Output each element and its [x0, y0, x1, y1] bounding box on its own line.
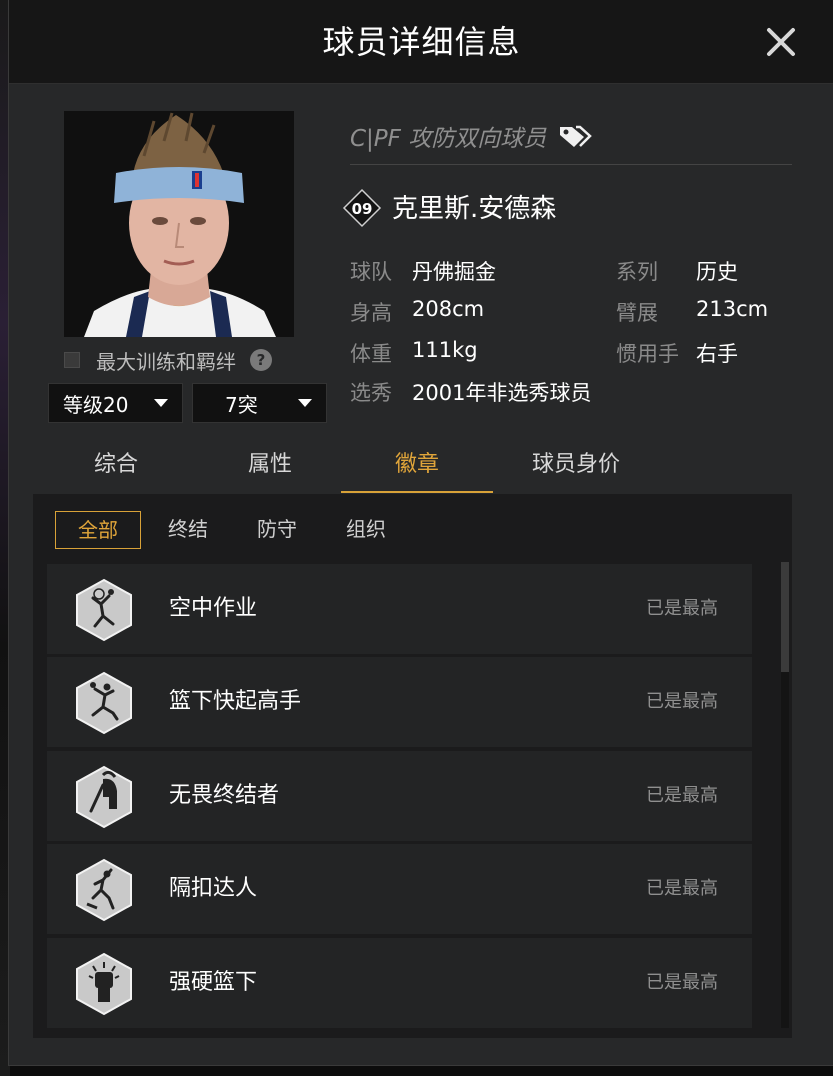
- badge-row[interactable]: 空中作业 已是最高: [47, 564, 752, 654]
- info-label-series: 系列: [616, 260, 658, 284]
- player-portrait: [64, 111, 294, 337]
- breakthrough-select[interactable]: 7突: [192, 383, 327, 423]
- badge-status: 已是最高: [646, 785, 718, 806]
- tab-attributes[interactable]: 属性: [194, 440, 346, 492]
- badge-status: 已是最高: [646, 691, 718, 712]
- info-value-draft: 2001年非选秀球员: [412, 381, 592, 405]
- divider: [350, 164, 792, 165]
- jersey-number-badge: 09: [342, 188, 382, 228]
- subtab-defense[interactable]: 防守: [234, 511, 320, 549]
- putback-icon: [76, 671, 132, 735]
- close-icon: [767, 28, 795, 56]
- jersey-number: 09: [352, 200, 373, 218]
- info-value-wingspan: 213cm: [696, 297, 769, 321]
- badge-status: 已是最高: [646, 972, 718, 993]
- badge-row[interactable]: 无畏终结者 已是最高: [47, 751, 752, 841]
- badge-status: 已是最高: [646, 878, 718, 899]
- panel-title: 球员详细信息: [322, 23, 521, 61]
- max-training-label: 最大训练和羁绊: [96, 349, 236, 374]
- info-label-draft: 选秀: [350, 381, 392, 405]
- badge-name: 空中作业: [169, 596, 258, 621]
- close-button[interactable]: [761, 22, 801, 62]
- panel-header: 球员详细信息: [9, 0, 833, 84]
- chevron-down-icon: [298, 399, 312, 407]
- badge-name: 隔扣达人: [169, 876, 258, 901]
- level-select[interactable]: 等级20: [48, 383, 183, 423]
- badge-row[interactable]: 篮下快起高手 已是最高: [47, 657, 752, 747]
- badge-name: 篮下快起高手: [169, 689, 302, 714]
- tab-badges[interactable]: 徽章: [341, 440, 493, 492]
- info-value-series: 历史: [696, 260, 738, 284]
- help-icon[interactable]: ?: [250, 349, 272, 371]
- subtab-playmaking[interactable]: 组织: [323, 511, 409, 549]
- breakthrough-select-value: 7突: [225, 392, 258, 417]
- alley-oop-icon: [76, 578, 132, 642]
- scrollbar-thumb[interactable]: [781, 562, 789, 672]
- tab-overview[interactable]: 综合: [40, 440, 192, 492]
- max-training-checkbox[interactable]: [64, 352, 80, 368]
- badge-name: 无畏终结者: [169, 783, 280, 808]
- player-name: 克里斯.安德森: [392, 194, 557, 224]
- badge-row[interactable]: 强硬篮下 已是最高: [47, 938, 752, 1028]
- badge-status: 已是最高: [646, 598, 718, 619]
- info-label-hand: 惯用手: [616, 342, 679, 366]
- position-archetype-text: C|PF 攻防双向球员: [350, 126, 547, 152]
- spartan-helmet-icon: [76, 765, 132, 829]
- posterizer-icon: [76, 858, 132, 922]
- info-value-height: 208cm: [412, 297, 485, 321]
- info-label-wingspan: 臂展: [616, 301, 658, 325]
- fist-icon: [76, 952, 132, 1016]
- badge-name: 强硬篮下: [169, 970, 258, 995]
- tab-player-value[interactable]: 球员身价: [500, 440, 652, 492]
- active-tab-indicator: [341, 491, 493, 493]
- info-label-team: 球队: [350, 260, 392, 284]
- subtab-all[interactable]: 全部: [55, 511, 141, 549]
- info-value-weight: 111kg: [412, 338, 478, 362]
- tag-icon: [560, 125, 593, 147]
- info-label-weight: 体重: [350, 342, 392, 366]
- chevron-down-icon: [154, 399, 168, 407]
- badge-row[interactable]: 隔扣达人 已是最高: [47, 844, 752, 934]
- info-value-team: 丹佛掘金: [412, 260, 496, 284]
- info-value-hand: 右手: [696, 342, 738, 366]
- position-archetype: C|PF 攻防双向球员: [350, 116, 593, 156]
- level-select-value: 等级20: [63, 392, 129, 417]
- max-training-toggle[interactable]: 最大训练和羁绊 ?: [64, 346, 272, 374]
- scrollbar[interactable]: [781, 562, 789, 1028]
- subtab-finishing[interactable]: 终结: [145, 511, 231, 549]
- info-label-height: 身高: [350, 301, 392, 325]
